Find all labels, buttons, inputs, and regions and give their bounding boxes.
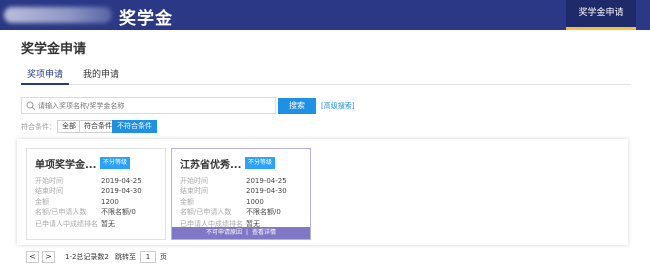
search-input[interactable] (38, 99, 272, 112)
card-title: 江苏省优秀... (180, 160, 242, 171)
card-row-amount: 金额 1200 (35, 198, 119, 206)
card-row-end: 结束时间 2019-04-30 (180, 187, 287, 195)
page-title: 奖学金申请 (21, 42, 87, 57)
scholarship-card[interactable]: 江苏省优秀... 不分等级 开始时间 2019-04-25 结束时间 2019-04… (171, 148, 311, 240)
card-row-amount: 金额 1000 (180, 198, 264, 206)
next-page-button[interactable]: > (42, 251, 55, 263)
top-header: 奖学金 奖学金申请 (0, 0, 650, 30)
nav-item-scholarship-apply[interactable]: 奖学金申请 (566, 0, 636, 30)
view-detail-link[interactable]: 查看详情 (252, 229, 276, 236)
prev-page-button[interactable]: < (26, 251, 39, 263)
level-badge: 不分等级 (100, 157, 131, 169)
card-title: 单项奖学金... (35, 160, 97, 171)
level-badge: 不分等级 (245, 157, 276, 169)
search-icon (26, 101, 36, 111)
jump-label: 跳转至 (115, 253, 136, 261)
scholarship-card[interactable]: 单项奖学金... 不分等级 开始时间 2019-04-25 结束时间 2019-04… (26, 148, 166, 240)
search-box (21, 97, 276, 114)
card-row-quota: 名额/已申请人数 不限名额/0 (180, 208, 281, 216)
page-number-input[interactable]: 1 (140, 251, 156, 263)
tab-my-applications[interactable]: 我的申请 (83, 67, 119, 80)
tab-award-apply[interactable]: 奖项申请 (27, 67, 63, 80)
ineligible-overlay: 不可申请原因 | 查看详情 (172, 227, 310, 239)
card-row-start: 开始时间 2019-04-25 (35, 177, 142, 185)
filter-ineligible[interactable]: 不符合条件 (112, 120, 157, 133)
overlay-separator: | (245, 229, 249, 236)
active-tab-indicator (21, 83, 69, 85)
record-count: 1-2总记录数2 (65, 253, 109, 261)
filter-label: 符合条件： (21, 123, 56, 131)
app-title: 奖学金 (119, 9, 173, 29)
card-row-end: 结束时间 2019-04-30 (35, 187, 142, 195)
card-row-start: 开始时间 2019-04-25 (180, 177, 287, 185)
filter-all[interactable]: 全部 (57, 120, 81, 133)
search-button[interactable]: 搜索 (278, 98, 316, 114)
page-unit: 页 (160, 253, 167, 261)
ineligible-reason-link[interactable]: 不可申请原因 (206, 229, 242, 236)
tab-bar: 奖项申请 我的申请 (21, 63, 631, 85)
card-row-rank: 已申请人中成绩排名 暂无 (35, 220, 115, 228)
card-row-quota: 名额/已申请人数 不限名额/0 (35, 208, 136, 216)
advanced-search-link[interactable]: [高级搜索] (321, 101, 354, 111)
logo (4, 7, 112, 23)
